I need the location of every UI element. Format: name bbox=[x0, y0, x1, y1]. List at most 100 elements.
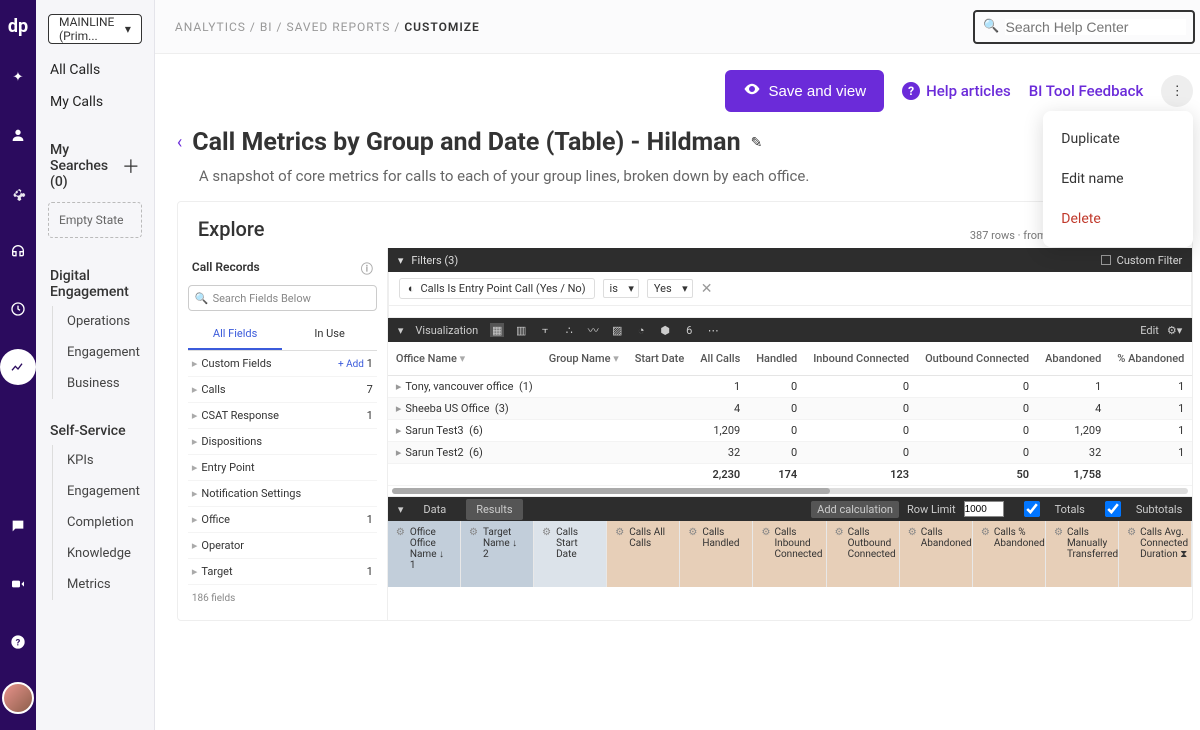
field-search[interactable]: 🔍 Search Fields Below bbox=[188, 285, 377, 311]
table-row[interactable]: ▸Sheeba US Office (3)400041 bbox=[388, 398, 1192, 420]
data-column[interactable]: ⚙Calls Avg. Connected Duration ⧗ bbox=[1119, 521, 1192, 587]
back-chevron-icon[interactable]: ‹ bbox=[177, 132, 182, 153]
search-input[interactable] bbox=[1005, 19, 1186, 35]
search-help[interactable]: 🔍 bbox=[973, 10, 1195, 44]
area-viz-icon[interactable]: ▨ bbox=[610, 323, 624, 337]
data-column[interactable]: ⚙Calls Manually Transferred bbox=[1046, 521, 1119, 587]
gear-icon[interactable]: ⚙ bbox=[615, 527, 625, 538]
line-viz-icon[interactable]: 〰 bbox=[586, 323, 600, 337]
nav-my-calls[interactable]: My Calls bbox=[36, 86, 154, 118]
expand-icon[interactable]: ▸ bbox=[396, 424, 402, 437]
menu-delete[interactable]: Delete bbox=[1043, 199, 1193, 239]
scatter-viz-icon[interactable]: ∴ bbox=[562, 323, 576, 337]
table-header[interactable]: Start Date bbox=[627, 342, 692, 376]
row-limit-input[interactable] bbox=[964, 501, 1004, 517]
sidebar-item-ss-engagement[interactable]: Engagement bbox=[53, 476, 154, 507]
table-viz-icon[interactable]: ▦ bbox=[490, 323, 504, 337]
visualization-bar[interactable]: ▾ Visualization ▦ ▥ ⫟ ∴ 〰 ▨ ◔ ⬢ 6 ⋯ bbox=[388, 318, 1192, 342]
data-column[interactable]: ⚙Calls Inbound Connected bbox=[753, 521, 826, 587]
custom-filter-checkbox[interactable] bbox=[1101, 255, 1111, 265]
gear-icon[interactable]: ⚙ bbox=[542, 527, 552, 538]
filter-value[interactable]: Yes▾ bbox=[647, 279, 693, 298]
info-icon[interactable]: ⓘ bbox=[361, 260, 373, 277]
data-column[interactable]: ⚙Calls All Calls bbox=[607, 521, 680, 587]
table-header[interactable]: Inbound Connected bbox=[805, 342, 917, 376]
filters-bar[interactable]: ▾ Filters (3) Custom Filter bbox=[388, 248, 1192, 272]
totals-checkbox[interactable] bbox=[1012, 501, 1052, 517]
table-header[interactable]: Outbound Connected bbox=[917, 342, 1037, 376]
expand-icon[interactable]: ▸ bbox=[396, 402, 402, 415]
gear-icon[interactable]: ⚙ bbox=[469, 527, 479, 538]
data-column[interactable]: ⚙Calls Handled bbox=[680, 521, 753, 587]
more-menu-button[interactable]: ⋮ Duplicate Edit name Delete bbox=[1161, 75, 1193, 107]
gear-icon[interactable] bbox=[0, 175, 36, 211]
bi-feedback-link[interactable]: BI Tool Feedback bbox=[1029, 82, 1144, 100]
expand-icon[interactable]: ▸ bbox=[396, 446, 402, 459]
help-articles-link[interactable]: ? Help articles bbox=[902, 82, 1011, 100]
table-header[interactable]: Office Name ▾ bbox=[388, 342, 541, 376]
table-row[interactable]: ▸Sarun Test3 (6)1,2090001,2091 bbox=[388, 420, 1192, 442]
field-row[interactable]: ▸ Office1 bbox=[188, 507, 377, 533]
field-row[interactable]: ▸ CSAT Response1 bbox=[188, 403, 377, 429]
column-viz-icon[interactable]: ⫟ bbox=[538, 323, 552, 337]
tab-all-fields[interactable]: All Fields bbox=[188, 319, 283, 350]
field-row[interactable]: ▸ Operator bbox=[188, 533, 377, 559]
save-and-view-button[interactable]: Save and view bbox=[725, 70, 885, 112]
results-tab[interactable]: Results bbox=[466, 499, 522, 520]
table-header[interactable]: % Abandoned bbox=[1109, 342, 1192, 376]
user-icon[interactable] bbox=[0, 117, 36, 153]
video-icon[interactable] bbox=[0, 566, 36, 602]
add-search-icon[interactable]: ＋ bbox=[122, 153, 140, 179]
field-row[interactable]: ▸ Notification Settings bbox=[188, 481, 377, 507]
chat-icon[interactable] bbox=[0, 508, 36, 544]
gear-icon[interactable]: ⚙ bbox=[1054, 527, 1063, 538]
gear-icon[interactable]: ⚙ bbox=[396, 527, 406, 538]
sidebar-item-metrics[interactable]: Metrics bbox=[53, 569, 154, 600]
menu-duplicate[interactable]: Duplicate bbox=[1043, 119, 1193, 159]
table-row[interactable]: ▸Tony, vancouver office (1)100011 bbox=[388, 376, 1192, 398]
sidebar-item-kpis[interactable]: KPIs bbox=[53, 445, 154, 476]
field-row[interactable]: ▸ Dispositions bbox=[188, 429, 377, 455]
table-header[interactable]: Abandoned bbox=[1037, 342, 1109, 376]
edit-title-icon[interactable]: ✎ bbox=[751, 135, 763, 151]
data-column[interactable]: ⚙Office Office Name ↓ 1 bbox=[388, 521, 461, 587]
field-row[interactable]: ▸ Custom Fields+ Add 1 bbox=[188, 351, 377, 377]
map-viz-icon[interactable]: ⬢ bbox=[658, 323, 672, 337]
bar-viz-icon[interactable]: ▥ bbox=[514, 323, 528, 337]
filter-operator[interactable]: is▾ bbox=[603, 279, 639, 298]
data-column[interactable]: ⚙Calls Start Date bbox=[534, 521, 607, 587]
pie-viz-icon[interactable]: ◔ bbox=[634, 323, 648, 337]
add-calculation-button[interactable]: Add calculation bbox=[811, 501, 899, 518]
gear-icon[interactable]: ⚙ bbox=[908, 527, 917, 538]
table-header[interactable]: Group Name ▾ bbox=[541, 342, 627, 376]
more-viz-icon[interactable]: ⋯ bbox=[706, 323, 720, 337]
table-header[interactable]: All Calls bbox=[692, 342, 748, 376]
gear-icon[interactable]: ⚙ bbox=[981, 527, 990, 538]
field-row[interactable]: ▸ Entry Point bbox=[188, 455, 377, 481]
data-tab[interactable]: Data bbox=[413, 499, 456, 520]
sidebar-item-engagement[interactable]: Engagement bbox=[53, 337, 154, 368]
gear-icon[interactable]: ⚙ bbox=[688, 527, 698, 538]
expand-icon[interactable]: ▸ bbox=[396, 380, 402, 393]
sidebar-item-completion[interactable]: Completion bbox=[53, 507, 154, 538]
analytics-icon[interactable] bbox=[0, 349, 36, 385]
headset-icon[interactable] bbox=[0, 233, 36, 269]
field-row[interactable]: ▸ Calls7 bbox=[188, 377, 377, 403]
table-row[interactable]: ▸Sarun Test2 (6)32000321 bbox=[388, 442, 1192, 464]
data-column[interactable]: ⚙Target Name ↓ 2 bbox=[461, 521, 534, 587]
remove-filter-icon[interactable]: ✕ bbox=[701, 281, 713, 297]
gear-icon[interactable]: ⚙ bbox=[835, 527, 844, 538]
table-header[interactable]: Handled bbox=[748, 342, 805, 376]
viz-settings-icon[interactable]: ⚙▾ bbox=[1167, 324, 1182, 337]
crumb-saved-reports[interactable]: SAVED REPORTS bbox=[286, 20, 390, 34]
subtotals-checkbox[interactable] bbox=[1093, 501, 1133, 517]
sparkle-icon[interactable]: ✦ bbox=[0, 59, 36, 95]
viz-edit[interactable]: Edit bbox=[1140, 324, 1159, 337]
sidebar-item-operations[interactable]: Operations bbox=[53, 306, 154, 337]
nav-all-calls[interactable]: All Calls bbox=[36, 54, 154, 86]
menu-edit-name[interactable]: Edit name bbox=[1043, 159, 1193, 199]
crumb-analytics[interactable]: ANALYTICS bbox=[175, 20, 246, 34]
data-column[interactable]: ⚙Calls Outbound Connected bbox=[827, 521, 900, 587]
field-row[interactable]: ▸ Target1 bbox=[188, 559, 377, 585]
line-select[interactable]: MAINLINE (Prim... ▾ bbox=[48, 14, 142, 44]
